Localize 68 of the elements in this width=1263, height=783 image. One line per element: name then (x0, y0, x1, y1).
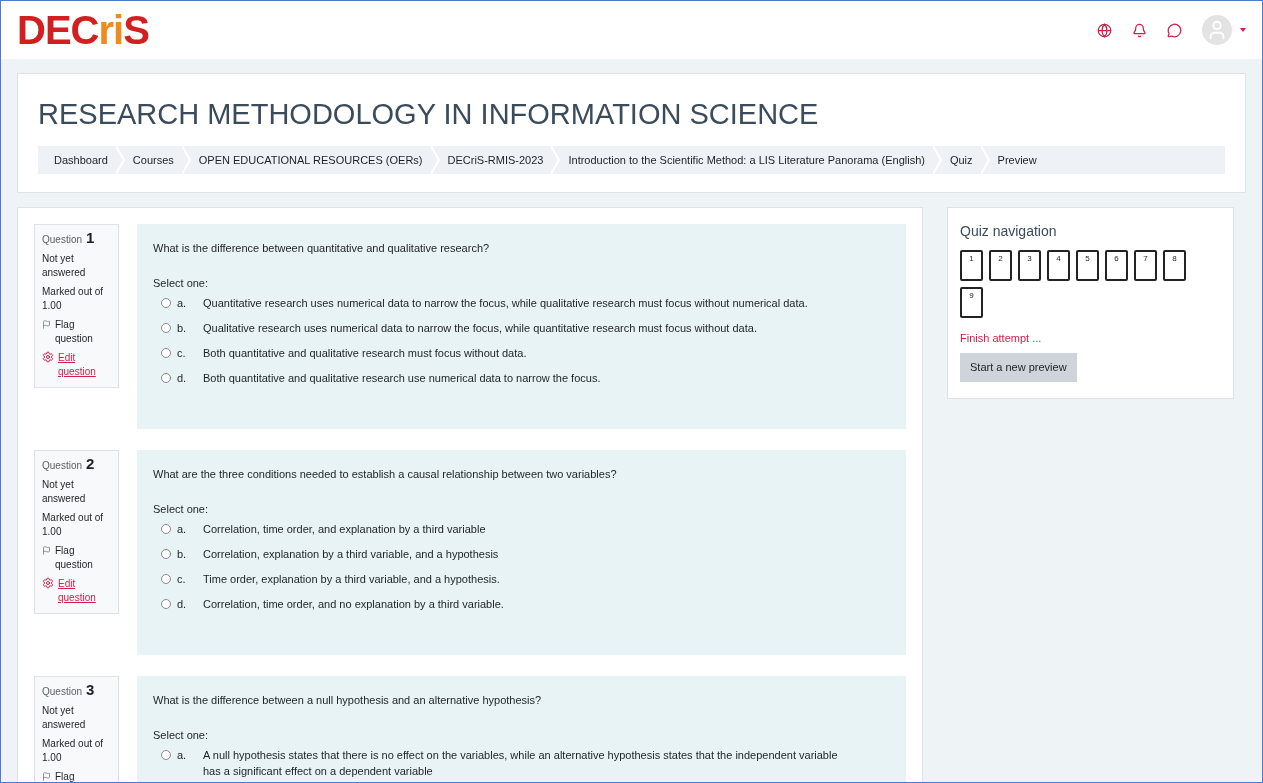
radio-button[interactable] (161, 750, 171, 761)
flag-question-link[interactable]: Flag question (42, 544, 111, 573)
breadcrumb-link[interactable]: Quiz (941, 152, 981, 169)
breadcrumb-link[interactable]: Dashboard (46, 152, 116, 169)
select-one-prompt: Select one: (153, 275, 210, 291)
edit-question-link[interactable]: Edit question (58, 351, 111, 380)
answer-option[interactable]: a. A null hypothesis states that there is no effect on the variables, while an alternative hypothesis states that the independent variable has a significant effect on a dependent variable (161, 747, 890, 780)
finish-attempt-link[interactable]: Finish attempt ... (960, 330, 1221, 347)
question-status: Not yet answered (42, 252, 87, 281)
breadcrumb-link[interactable]: Preview (989, 152, 1045, 169)
question-nav-button[interactable]: 9 (960, 287, 983, 319)
quiz-navigation-title: Quiz navigation (960, 222, 1058, 242)
question-text: What are the three conditions needed to establish a causal relationship between two variables? (153, 467, 618, 483)
language-globe-icon[interactable] (1097, 22, 1112, 38)
messages-icon[interactable] (1167, 22, 1182, 38)
settings-icon (42, 351, 54, 364)
question-number: Question 2 (42, 457, 96, 474)
question-number: Question 3 (42, 683, 96, 700)
question-nav-button[interactable]: 5 (1076, 250, 1099, 282)
flag-question-link[interactable]: Flag (42, 770, 111, 782)
radio-button[interactable] (161, 599, 171, 610)
notifications-bell-icon[interactable] (1132, 22, 1147, 38)
flag-icon (42, 772, 51, 782)
question-mark: Marked out of 1.00 (42, 737, 105, 766)
answer-option[interactable]: b. Qualitative research uses numerical data to narrow the focus, while quantitative research must focus without data. (161, 320, 890, 337)
answer-option[interactable]: b. Correlation, explanation by a third variable, and a hypothesis (161, 546, 890, 563)
question-mark: Marked out of 1.00 (42, 285, 105, 314)
site-logo[interactable]: DECriS (17, 10, 149, 50)
radio-button[interactable] (161, 549, 171, 560)
settings-icon (42, 577, 54, 590)
select-one-prompt: Select one: (153, 501, 210, 517)
question-number: Question 1 (42, 231, 96, 248)
question-text: What is the difference between quantitative and qualitative research? (153, 241, 491, 257)
course-title: RESEARCH METHODOLOGY IN INFORMATION SCIENCE (38, 97, 820, 132)
question-nav-button[interactable]: 7 (1134, 250, 1157, 282)
question-nav-button[interactable]: 1 (960, 250, 983, 282)
answer-option[interactable]: d. Both quantitative and qualitative research use numerical data to narrow the focus. (161, 370, 890, 387)
radio-button[interactable] (161, 323, 171, 334)
question-status: Not yet answered (42, 478, 87, 507)
answer-option[interactable]: c. Time order, explanation by a third variable, and a hypothesis. (161, 571, 890, 588)
question-nav-button[interactable]: 6 (1105, 250, 1128, 282)
caret-icon[interactable] (1240, 28, 1246, 32)
radio-button[interactable] (161, 574, 171, 585)
answer-option[interactable]: c. Both quantitative and qualitative research must focus without data. (161, 345, 890, 362)
start-new-preview-button[interactable]: Start a new preview (960, 352, 1077, 382)
breadcrumb-link[interactable]: DECriS-RMIS-2023 (439, 152, 552, 169)
answer-option[interactable]: d. Correlation, time order, and no explanation by a third variable. (161, 596, 890, 613)
flag-question-link[interactable]: Flag question (42, 318, 111, 347)
edit-question-link[interactable]: Edit question (58, 577, 111, 606)
select-one-prompt: Select one: (153, 727, 210, 743)
question-nav-button[interactable]: 3 (1018, 250, 1041, 282)
radio-button[interactable] (161, 298, 171, 309)
question-mark: Marked out of 1.00 (42, 511, 105, 540)
question-nav-button[interactable]: 2 (989, 250, 1012, 282)
question-status: Not yet answered (42, 704, 87, 733)
flag-icon (42, 320, 51, 330)
radio-button[interactable] (161, 524, 171, 535)
answer-option[interactable]: a. Correlation, time order, and explanation by a third variable (161, 521, 890, 538)
question-nav-button[interactable]: 8 (1163, 250, 1186, 282)
question-text: What is the difference between a null hypothesis and an alternative hypothesis? (153, 693, 543, 709)
breadcrumb-link[interactable]: Courses (124, 152, 182, 169)
radio-button[interactable] (161, 348, 171, 359)
radio-button[interactable] (161, 373, 171, 384)
question-nav-button[interactable]: 4 (1047, 250, 1070, 282)
breadcrumb-link[interactable]: OPEN EDUCATIONAL RESOURCES (OERs) (190, 152, 431, 169)
flag-icon (42, 546, 51, 556)
breadcrumb-link[interactable]: Introduction to the Scientific Method: a LIS Literature Panorama (English) (560, 152, 933, 169)
answer-option[interactable]: a. Quantitative research uses numerical data to narrow the focus, while qualitative research must focus without numerical data. (161, 295, 890, 312)
